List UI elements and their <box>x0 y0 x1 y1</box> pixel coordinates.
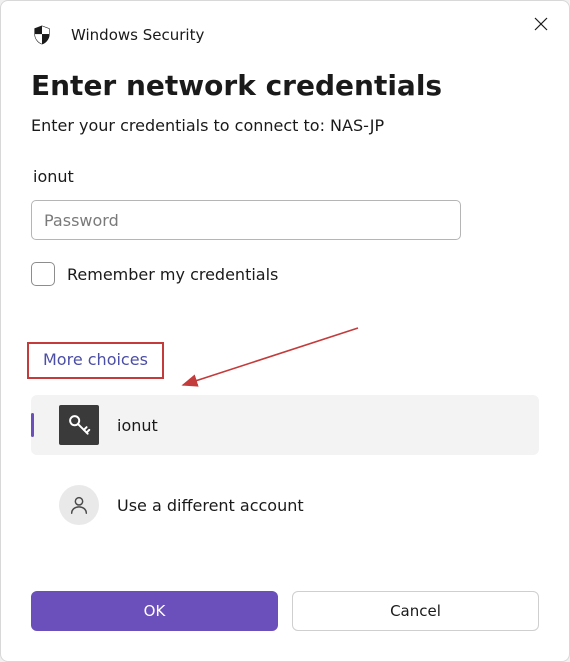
remember-row: Remember my credentials <box>31 262 539 286</box>
annotation-arrow <box>173 323 363 403</box>
username-display: ionut <box>33 167 539 186</box>
app-name: Windows Security <box>71 26 204 44</box>
account-option-different[interactable]: Use a different account <box>31 475 539 535</box>
account-list: ionut Use a different account <box>31 395 539 535</box>
shield-icon <box>31 24 53 46</box>
remember-label: Remember my credentials <box>67 265 278 284</box>
password-input[interactable] <box>31 200 461 240</box>
account-option-current[interactable]: ionut <box>31 395 539 455</box>
credentials-dialog: Windows Security Enter network credentia… <box>0 0 570 662</box>
account-option-label: ionut <box>117 416 158 435</box>
page-title: Enter network credentials <box>31 69 539 102</box>
dialog-buttons: OK Cancel <box>31 591 539 631</box>
more-choices-link[interactable]: More choices <box>27 342 164 379</box>
titlebar: Windows Security <box>31 19 539 51</box>
cancel-button[interactable]: Cancel <box>292 591 539 631</box>
key-icon <box>59 405 99 445</box>
account-option-label: Use a different account <box>117 496 304 515</box>
ok-button[interactable]: OK <box>31 591 278 631</box>
remember-checkbox[interactable] <box>31 262 55 286</box>
close-button[interactable] <box>527 11 555 39</box>
instruction-text: Enter your credentials to connect to: NA… <box>31 116 539 135</box>
person-icon <box>59 485 99 525</box>
close-icon <box>534 17 548 34</box>
